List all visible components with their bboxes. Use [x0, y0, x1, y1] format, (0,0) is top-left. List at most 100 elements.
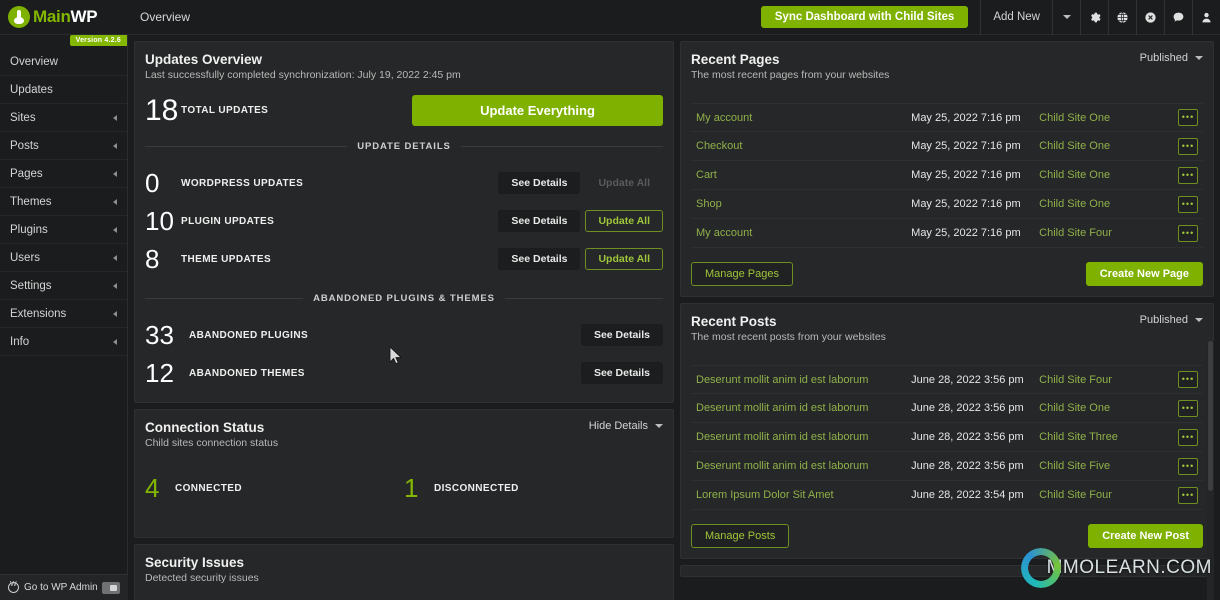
- add-new-button[interactable]: Add New: [980, 0, 1052, 35]
- more-actions-icon[interactable]: •••: [1178, 224, 1198, 242]
- post-site-link[interactable]: Child Site Five: [1039, 460, 1157, 472]
- right-column: Recent Pages The most recent pages from …: [680, 41, 1214, 600]
- page-site-link[interactable]: Child Site Four: [1039, 227, 1157, 239]
- post-site-link[interactable]: Child Site Four: [1039, 489, 1157, 501]
- page-title-link[interactable]: My account: [691, 112, 911, 124]
- right-column-scrollbar[interactable]: [1207, 341, 1214, 600]
- scrollbar-thumb[interactable]: [1208, 341, 1213, 491]
- post-date: June 28, 2022 3:56 pm: [911, 460, 1024, 472]
- post-title-link[interactable]: Deserunt mollit anim id est laborum: [691, 460, 911, 472]
- user-account-button[interactable]: [1192, 0, 1220, 35]
- comments-button[interactable]: [1164, 0, 1192, 35]
- post-title-link[interactable]: Deserunt mollit anim id est laborum: [691, 431, 911, 443]
- more-actions-icon[interactable]: •••: [1178, 457, 1198, 475]
- connected-count: 4: [145, 473, 160, 503]
- theme-see-details-button[interactable]: See Details: [498, 248, 581, 270]
- abandoned-plugins-row: 33 ABANDONED PLUGINS See Details: [145, 316, 663, 354]
- globe-icon: [1117, 11, 1128, 23]
- page-title-link[interactable]: My account: [691, 227, 911, 239]
- header-actions: Sync Dashboard with Child Sites Add New: [760, 0, 1220, 35]
- total-updates-row: 18 TOTAL UPDATES Update Everything: [145, 95, 663, 126]
- sync-dashboard-button[interactable]: Sync Dashboard with Child Sites: [760, 6, 969, 28]
- post-date: June 28, 2022 3:56 pm: [911, 373, 1024, 386]
- recent-pages-panel: Recent Pages The most recent pages from …: [680, 41, 1214, 297]
- abandoned-themes-actions: See Details: [580, 362, 663, 384]
- post-site-link[interactable]: Child Site Three: [1039, 431, 1157, 443]
- more-actions-icon[interactable]: •••: [1178, 428, 1198, 446]
- sidebar-item-users[interactable]: Users: [0, 244, 127, 272]
- abandoned-themes-see-details-button[interactable]: See Details: [580, 362, 663, 384]
- global-options-button[interactable]: [1108, 0, 1136, 35]
- add-new-dropdown-button[interactable]: [1052, 0, 1080, 35]
- more-actions-icon[interactable]: •••: [1178, 195, 1198, 213]
- page-title-link[interactable]: Cart: [691, 169, 911, 181]
- manage-pages-button[interactable]: Manage Pages: [691, 262, 793, 286]
- close-circle-button[interactable]: [1136, 0, 1164, 35]
- top-header-bar: MainWP Overview Sync Dashboard with Chil…: [0, 0, 1220, 35]
- connected-item: 4 CONNECTED: [145, 475, 404, 501]
- connection-status-title: Connection Status: [145, 420, 265, 435]
- theme-updates-row: 8 THEME UPDATES See Details Update All: [145, 240, 663, 278]
- post-title-link[interactable]: Deserunt mollit anim id est laborum: [691, 374, 911, 386]
- sidebar-item-sites[interactable]: Sites: [0, 104, 127, 132]
- sidebar-item-settings[interactable]: Settings: [0, 272, 127, 300]
- post-row-actions: •••: [1178, 428, 1203, 446]
- user-icon: [1202, 12, 1211, 22]
- more-actions-icon[interactable]: •••: [1178, 486, 1198, 504]
- sidebar-item-overview[interactable]: Overview: [0, 48, 127, 76]
- more-actions-icon[interactable]: •••: [1178, 137, 1198, 155]
- page-site-link[interactable]: Child Site One: [1039, 112, 1157, 124]
- table-row: My account May 25, 2022 7:16 pm Child Si…: [691, 219, 1203, 248]
- version-badge: Version 4.2.6: [69, 35, 127, 46]
- table-row: Checkout May 25, 2022 7:16 pm Child Site…: [691, 132, 1203, 161]
- external-link-icon[interactable]: [102, 581, 120, 594]
- disconnected-count: 1: [404, 473, 419, 503]
- post-site-link[interactable]: Child Site Four: [1039, 374, 1157, 386]
- sidebar-item-plugins[interactable]: Plugins: [0, 216, 127, 244]
- create-new-post-button[interactable]: Create New Post: [1088, 524, 1203, 548]
- brand-logo-area[interactable]: MainWP: [0, 0, 128, 35]
- recent-posts-filter[interactable]: Published: [1140, 314, 1203, 326]
- brand-main-text: Main: [33, 7, 71, 26]
- post-site-link[interactable]: Child Site One: [1039, 402, 1157, 414]
- more-actions-icon[interactable]: •••: [1178, 166, 1198, 184]
- page-site-link[interactable]: Child Site One: [1039, 140, 1157, 152]
- theme-update-all-button[interactable]: Update All: [585, 248, 663, 270]
- more-actions-icon[interactable]: •••: [1178, 399, 1198, 417]
- page-title-link[interactable]: Checkout: [691, 140, 911, 152]
- manage-posts-button[interactable]: Manage Posts: [691, 524, 790, 548]
- page-site-link[interactable]: Child Site One: [1039, 169, 1157, 181]
- recent-pages-filter[interactable]: Published: [1140, 52, 1203, 64]
- theme-updates-label: THEME UPDATES: [181, 253, 272, 265]
- page-row-actions: •••: [1178, 224, 1203, 242]
- sidebar-item-updates[interactable]: Updates: [0, 76, 127, 104]
- sidebar-item-extensions[interactable]: Extensions: [0, 300, 127, 328]
- sidebar-item-themes[interactable]: Themes: [0, 188, 127, 216]
- wordpress-see-details-button[interactable]: See Details: [498, 172, 581, 194]
- recent-posts-title: Recent Posts: [691, 314, 777, 329]
- go-to-wp-admin-button[interactable]: Go to WP Admin: [0, 574, 128, 600]
- abandoned-plugins-see-details-button[interactable]: See Details: [580, 324, 663, 346]
- page-row-actions: •••: [1178, 137, 1203, 155]
- post-title-link[interactable]: Deserunt mollit anim id est laborum: [691, 402, 911, 414]
- plugin-see-details-button[interactable]: See Details: [498, 210, 581, 232]
- page-site-link[interactable]: Child Site One: [1039, 198, 1157, 210]
- go-to-wp-admin-label: Go to WP Admin: [24, 582, 98, 593]
- sidebar-item-pages[interactable]: Pages: [0, 160, 127, 188]
- more-actions-icon[interactable]: •••: [1178, 109, 1198, 126]
- page-title-link[interactable]: Shop: [691, 198, 911, 210]
- update-everything-button[interactable]: Update Everything: [412, 95, 663, 126]
- sidebar-item-posts[interactable]: Posts: [0, 132, 127, 160]
- settings-button[interactable]: [1080, 0, 1108, 35]
- updates-overview-header: Updates Overview Last successfully compl…: [145, 52, 663, 81]
- post-row-actions: •••: [1178, 486, 1203, 504]
- connection-status-toggle[interactable]: Hide Details: [589, 420, 663, 432]
- post-title-link[interactable]: Lorem Ipsum Dolor Sit Amet: [691, 489, 911, 501]
- connection-counts: 4 CONNECTED 1 DISCONNECTED: [145, 475, 663, 501]
- more-actions-icon[interactable]: •••: [1178, 371, 1198, 388]
- create-new-page-button[interactable]: Create New Page: [1085, 262, 1203, 286]
- sidebar-item-info[interactable]: Info: [0, 328, 127, 356]
- abandoned-plugins-count: 33: [145, 320, 174, 350]
- plugin-update-all-button[interactable]: Update All: [585, 210, 663, 232]
- chevron-down-icon: [1062, 15, 1071, 19]
